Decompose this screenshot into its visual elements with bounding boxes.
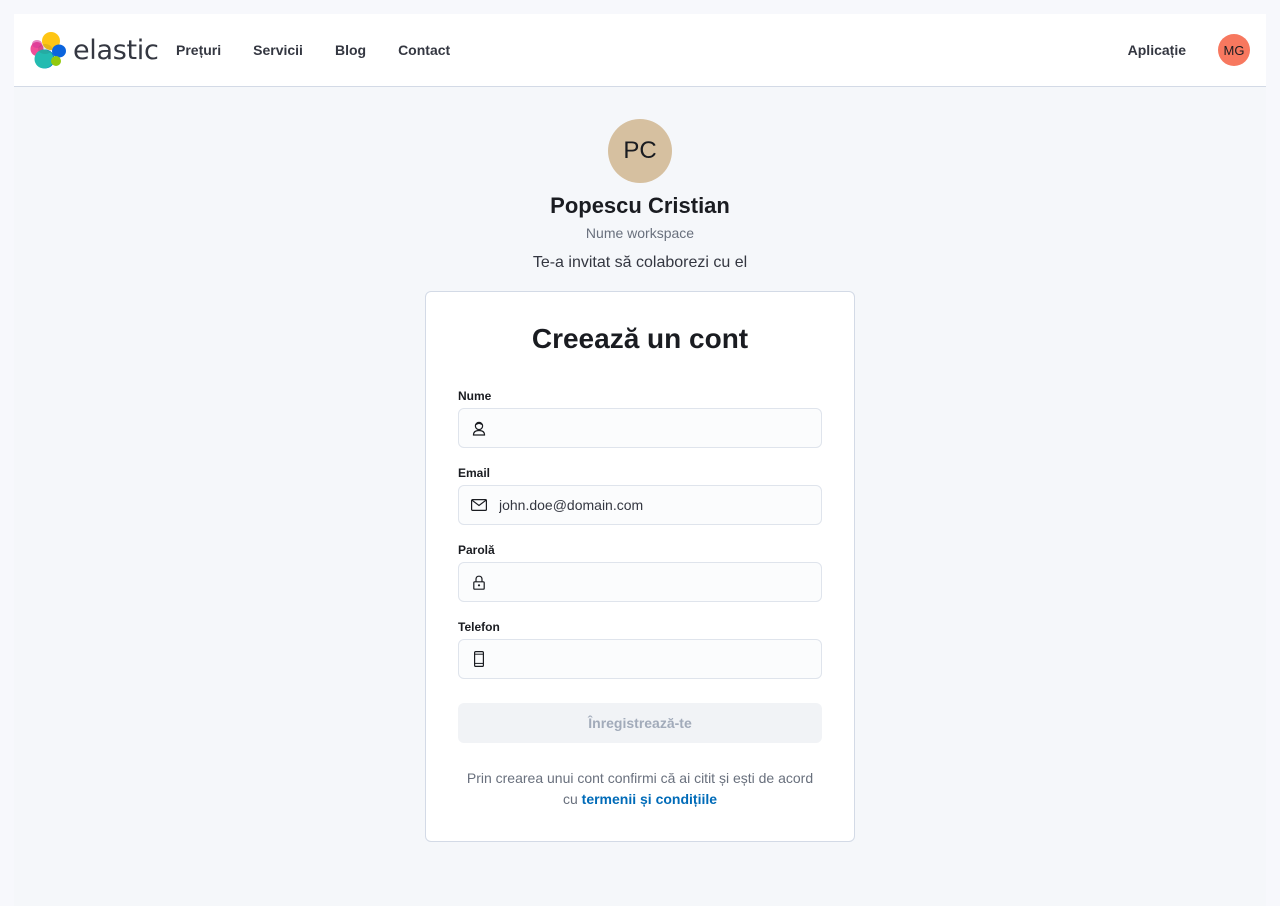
name-label: Nume <box>458 389 492 403</box>
signup-card: Creează un cont Nume Email Parol <box>425 291 855 842</box>
terms-notice: Prin crearea unui cont confirmi că ai ci… <box>466 768 814 810</box>
register-button[interactable]: Înregistrează-te <box>458 703 822 743</box>
page: elastic Prețuri Servicii Blog Contact Ap… <box>14 14 1266 906</box>
email-icon <box>471 497 487 513</box>
user-avatar[interactable]: MG <box>1218 34 1250 66</box>
password-input[interactable] <box>499 563 821 601</box>
nav-link-servicii[interactable]: Servicii <box>253 42 303 58</box>
phone-field[interactable] <box>458 639 822 679</box>
elastic-logo[interactable]: elastic <box>29 31 159 69</box>
name-field[interactable] <box>458 408 822 448</box>
email-input[interactable] <box>499 486 821 524</box>
inviter-avatar: PC <box>608 119 672 183</box>
workspace-name: Nume workspace <box>585 225 695 241</box>
nav-link-contact[interactable]: Contact <box>398 42 450 58</box>
lock-icon <box>471 574 487 590</box>
email-field[interactable] <box>458 485 822 525</box>
logo-text: elastic <box>73 34 159 66</box>
form-title: Creează un cont <box>531 323 749 354</box>
inviter-name: Popescu Cristian <box>550 193 730 218</box>
user-icon <box>471 420 487 436</box>
password-label: Parolă <box>458 543 495 557</box>
phone-icon <box>471 651 487 667</box>
email-label: Email <box>458 466 491 480</box>
password-field[interactable] <box>458 562 822 602</box>
top-navbar: elastic Prețuri Servicii Blog Contact Ap… <box>14 14 1266 87</box>
name-input[interactable] <box>499 409 821 447</box>
app-link[interactable]: Aplicație <box>1128 42 1186 58</box>
phone-input[interactable] <box>499 640 821 678</box>
nav-link-preturi[interactable]: Prețuri <box>176 42 221 58</box>
phone-label: Telefon <box>458 620 500 634</box>
terms-link[interactable]: termenii și condițiile <box>582 791 717 807</box>
invite-message: Te-a invitat să colaborezi cu el <box>532 254 748 271</box>
nav-link-blog[interactable]: Blog <box>335 42 366 58</box>
main-nav: Prețuri Servicii Blog Contact <box>176 14 482 86</box>
elastic-logo-icon <box>30 32 66 69</box>
